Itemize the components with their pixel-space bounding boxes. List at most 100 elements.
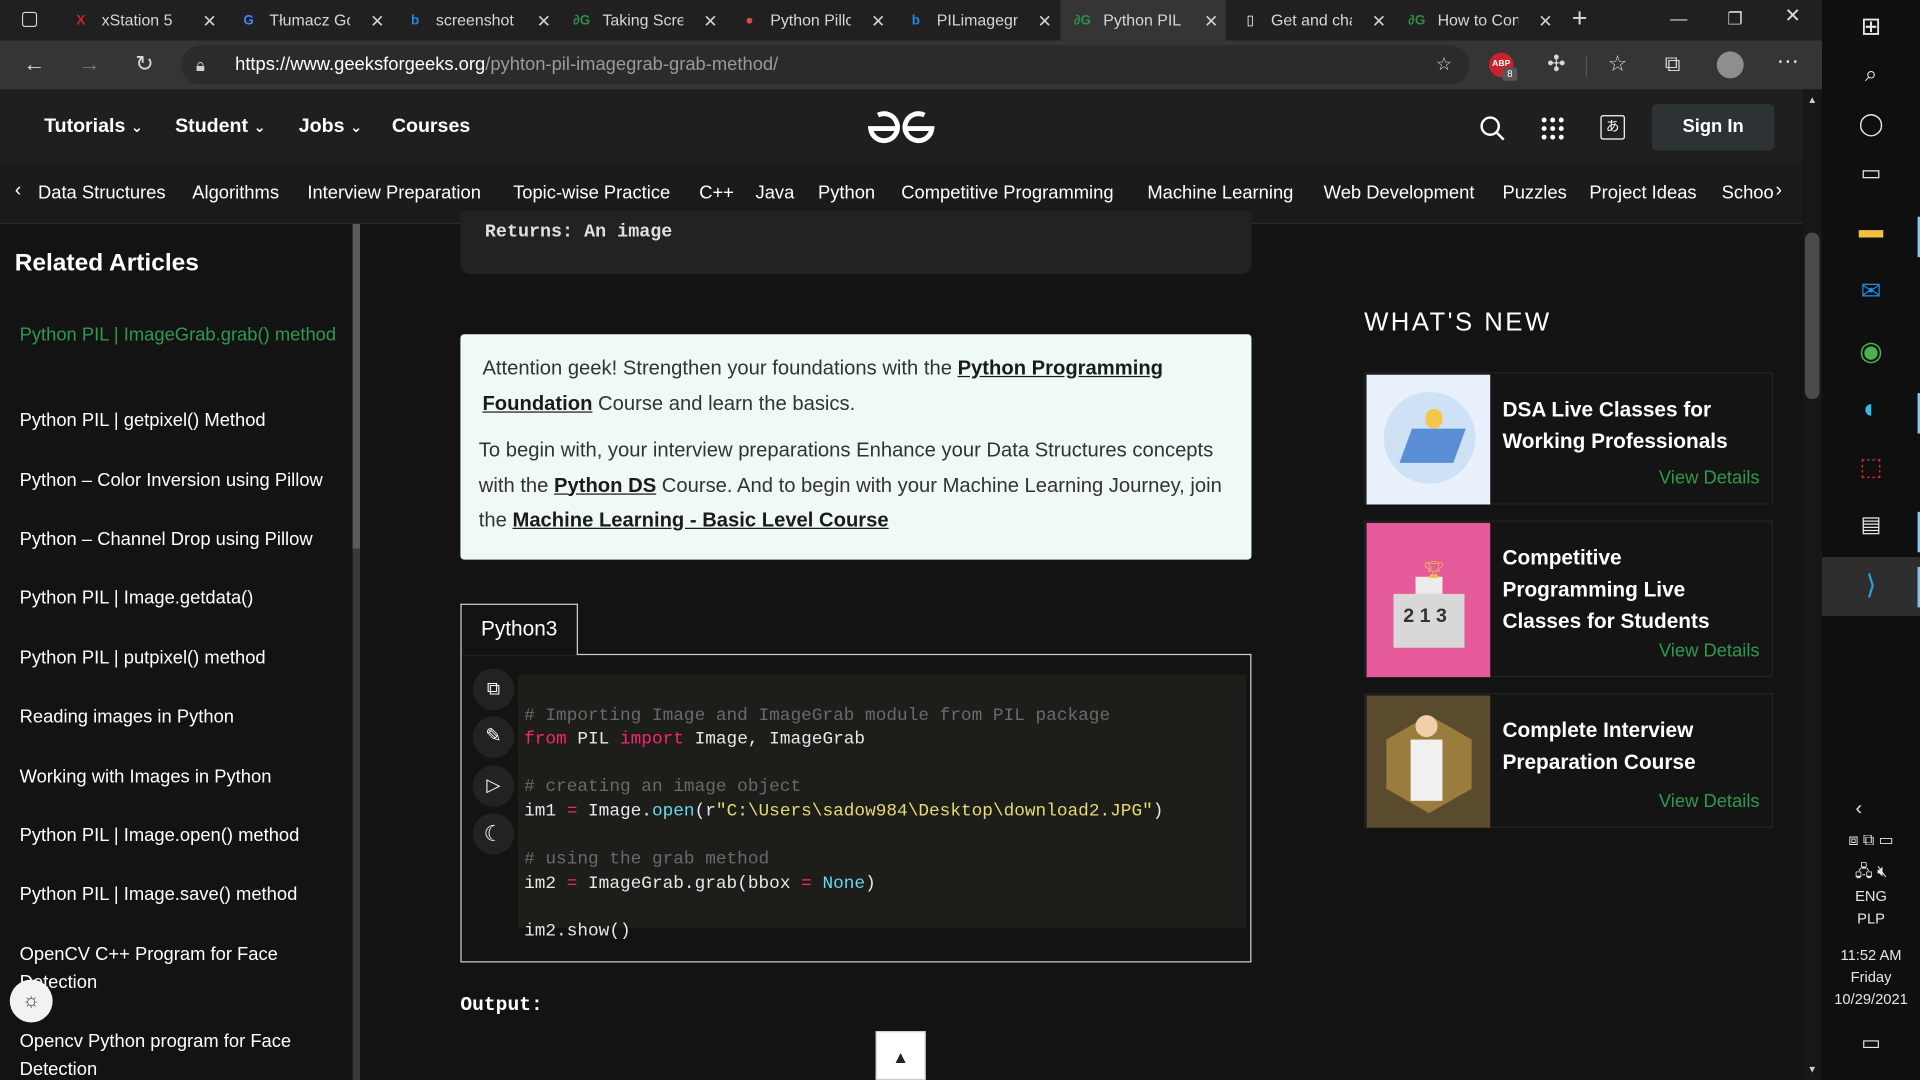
sign-in-button[interactable]: Sign In <box>1651 104 1775 151</box>
vscode-icon[interactable]: ⟩ <box>1822 569 1920 601</box>
close-tab-icon[interactable]: ✕ <box>1538 11 1552 32</box>
related-article-link[interactable]: Working with Images in Python <box>20 763 341 791</box>
tray-expand-icon[interactable]: ‹ <box>1810 798 1908 820</box>
related-article-link[interactable]: Python PIL | Image.getdata() <box>20 584 341 612</box>
course-card[interactable]: Complete Interview Preparation Course Vi… <box>1364 693 1774 828</box>
topic-nav-item[interactable]: Data Structures <box>38 182 166 203</box>
related-article-link[interactable]: Python PIL | getpixel() Method <box>20 407 341 435</box>
close-tab-icon[interactable]: ✕ <box>370 11 384 32</box>
topic-nav-item[interactable]: Interview Preparation <box>307 182 481 203</box>
edit-code-icon[interactable]: ✎ <box>472 716 515 758</box>
nav-jobs[interactable]: Jobs ⌄ <box>299 116 363 138</box>
topic-nav-item[interactable]: Schoo <box>1722 182 1774 203</box>
close-tab-icon[interactable]: ✕ <box>871 11 885 32</box>
close-window-button[interactable]: ✕ <box>1778 5 1807 29</box>
course-card[interactable]: DSA Live Classes for Working Professiona… <box>1364 372 1774 505</box>
topic-nav-item[interactable]: Topic-wise Practice <box>513 182 670 203</box>
back-icon[interactable]: ← <box>20 51 49 75</box>
forward-icon[interactable]: → <box>75 51 104 75</box>
scroll-left-icon[interactable]: ‹ <box>15 180 22 202</box>
topic-nav-item[interactable]: Project Ideas <box>1589 182 1696 203</box>
search-icon[interactable] <box>1479 115 1506 142</box>
browser-tab[interactable]: XxStation 5 ✕ <box>59 0 224 40</box>
minimize-button[interactable]: — <box>1664 6 1693 30</box>
related-article-link[interactable]: Python PIL | Image.open() method <box>20 822 341 850</box>
scroll-to-top-button[interactable]: ▲ <box>875 1031 926 1080</box>
clock-date[interactable]: 10/29/2021 <box>1822 991 1920 1008</box>
close-tab-icon[interactable]: ✕ <box>202 11 216 32</box>
close-tab-icon[interactable]: ✕ <box>537 11 551 32</box>
topic-nav-item[interactable]: Competitive Programming <box>901 182 1113 203</box>
browser-tab[interactable]: ∂G Taking Scree ✕ <box>560 0 725 40</box>
close-tab-icon[interactable]: ✕ <box>703 11 717 32</box>
scroll-right-icon[interactable]: › <box>1776 180 1783 202</box>
dark-mode-icon[interactable]: ☾ <box>472 813 515 855</box>
nav-tutorials[interactable]: Tutorials ⌄ <box>44 116 143 138</box>
view-details-link[interactable]: View Details <box>1659 468 1760 489</box>
browser-tab[interactable]: G Tłumacz Go ✕ <box>227 0 392 40</box>
keyboard-layout[interactable]: PLP <box>1822 910 1920 927</box>
apps-grid-icon[interactable] <box>1540 116 1564 140</box>
notifications-icon[interactable]: ▭ <box>1822 1031 1920 1055</box>
related-article-link[interactable]: Reading images in Python <box>20 703 341 731</box>
windows-start-icon[interactable]: ⊞ <box>1822 11 1920 42</box>
scroll-up-arrow-icon[interactable]: ▲ <box>1807 94 1817 105</box>
restore-button[interactable]: ❐ <box>1720 6 1749 30</box>
translate-icon[interactable]: あ <box>1600 115 1625 140</box>
related-article-link[interactable]: Opencv Python program for Face Detection <box>20 1027 341 1080</box>
collections-icon[interactable]: ⧉ <box>1658 51 1687 75</box>
related-article-link[interactable]: Python PIL | Image.save() method <box>20 880 341 908</box>
add-favorite-icon[interactable]: ☆ <box>1436 45 1452 84</box>
gfg-logo-icon[interactable] <box>866 108 937 147</box>
related-article-link[interactable]: Python PIL | ImageGrab.grab() method <box>20 321 341 349</box>
scroll-down-arrow-icon[interactable]: ▼ <box>1807 1064 1817 1075</box>
close-tab-icon[interactable]: ✕ <box>1372 11 1386 32</box>
tray-icons-row[interactable]: ⧈ ⧉ ▭ <box>1822 830 1920 850</box>
task-view-icon[interactable]: ▭ <box>1822 160 1920 186</box>
theme-toggle-button[interactable]: ☼ <box>9 979 53 1023</box>
tab-actions-icon[interactable]: ▢ <box>15 7 44 31</box>
new-tab-button[interactable]: + <box>1565 4 1594 31</box>
course-card[interactable]: 2 1 3 🏆︎ Competitive Programming Live Cl… <box>1364 520 1774 678</box>
browser-tab[interactable]: b PILimagegra ✕ <box>894 0 1059 40</box>
page-scrollbar[interactable]: ▲ ▼ <box>1802 89 1823 1080</box>
browser-tab[interactable]: b screenshot i ✕ <box>393 0 558 40</box>
topic-nav-item[interactable]: Java <box>756 182 795 203</box>
terminal-icon[interactable]: ▤ <box>1822 512 1920 538</box>
address-bar[interactable]: 🔒︎ https://www.geeksforgeeks.org/pyhton-… <box>181 45 1470 85</box>
run-code-icon[interactable]: ▷ <box>472 765 515 807</box>
mail-icon[interactable]: ✉ <box>1822 276 1920 307</box>
copy-code-icon[interactable]: ⧉ <box>472 668 515 711</box>
chrome-icon[interactable]: ◉ <box>1822 336 1920 368</box>
scrollbar-thumb[interactable] <box>1804 232 1820 400</box>
file-explorer-icon[interactable]: ▬ <box>1822 217 1920 245</box>
ml-course-link[interactable]: Machine Learning - Basic Level Course <box>512 509 888 531</box>
language-indicator[interactable]: ENG <box>1822 888 1920 905</box>
related-article-link[interactable]: Python – Color Inversion using Pillow <box>20 467 341 495</box>
clock-day[interactable]: Friday <box>1822 969 1920 986</box>
nav-courses[interactable]: Courses <box>392 116 470 138</box>
topic-nav-item[interactable]: Python <box>818 182 875 203</box>
related-article-link[interactable]: Python – Channel Drop using Pillow <box>20 525 341 553</box>
view-details-link[interactable]: View Details <box>1659 640 1760 661</box>
network-volume-icons[interactable]: 🖧︎ 🔇︎ <box>1822 861 1920 888</box>
profile-avatar[interactable] <box>1716 51 1744 79</box>
extensions-icon[interactable]: ✣ <box>1542 51 1571 75</box>
favorites-icon[interactable]: ☆ <box>1603 51 1632 75</box>
related-article-link[interactable]: Python PIL | putpixel() method <box>20 644 341 672</box>
topic-nav-item[interactable]: Puzzles <box>1502 182 1566 203</box>
browser-tab[interactable]: ∂G How to Con ✕ <box>1395 0 1560 40</box>
refresh-icon[interactable]: ↻ <box>130 51 159 75</box>
topic-nav-item[interactable]: Machine Learning <box>1147 182 1293 203</box>
browser-tab[interactable]: ● Python Pillo ✕ <box>727 0 892 40</box>
topic-nav-item[interactable]: Web Development <box>1324 182 1475 203</box>
close-tab-icon[interactable]: ✕ <box>1204 11 1218 32</box>
topic-nav-item[interactable]: C++ <box>699 182 734 203</box>
close-tab-icon[interactable]: ✕ <box>1037 11 1051 32</box>
acrobat-icon[interactable]: ⬚ <box>1822 452 1920 483</box>
browser-tab[interactable]: ∂G Python PIL | ✕ <box>1060 0 1226 41</box>
python-ds-link[interactable]: Python DS <box>554 474 656 496</box>
clock-time[interactable]: 11:52 AM <box>1822 947 1920 964</box>
edge-icon[interactable]: ◐ <box>1822 393 1920 425</box>
cortana-icon[interactable]: ◯ <box>1822 111 1920 137</box>
